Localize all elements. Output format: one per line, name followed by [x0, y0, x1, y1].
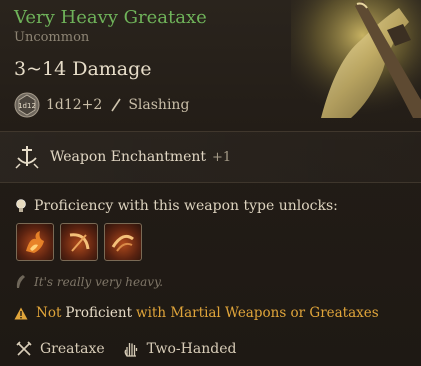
flame-cleave-icon	[26, 231, 44, 253]
warning-weapon-types: with Martial Weapons or Greataxes	[136, 305, 379, 321]
item-header: Very Heavy Greataxe Uncommon	[14, 6, 207, 46]
lacerate-icon	[111, 234, 134, 252]
weapon-tags: Greataxe Two-Handed	[16, 341, 254, 357]
action-sweeping-slash[interactable]	[60, 223, 98, 261]
sweeping-slash-icon	[69, 233, 90, 252]
proficiency-label: Proficiency with this weapon type unlock…	[34, 198, 338, 214]
d12-dice-icon: 1d12	[14, 92, 40, 118]
action-flame-cleave[interactable]	[16, 223, 54, 261]
enchantment-label: Weapon Enchantment	[50, 149, 207, 165]
tag-two-handed-label: Two-Handed	[146, 341, 237, 357]
tag-two-handed: Two-Handed	[123, 341, 237, 357]
damage-dice: 1d12+2	[46, 97, 103, 113]
enchantment-icon	[15, 146, 39, 169]
hand-icon	[124, 343, 137, 357]
weapon-art	[291, 0, 421, 118]
enchantment-row: Weapon Enchantment +1	[0, 132, 421, 182]
damage-dice-row: 1d12 1d12+2 Slashing	[14, 92, 189, 118]
tag-greataxe: Greataxe	[16, 341, 105, 357]
crossed-axes-icon	[16, 341, 32, 356]
enchantment-bonus: +1	[212, 149, 232, 165]
warning-not: Not	[36, 305, 62, 321]
proficiency-warning: Not Proficient with Martial Weapons or G…	[14, 305, 379, 321]
flavor-text: It's really very heavy.	[34, 275, 164, 289]
lightbulb-icon	[16, 199, 26, 212]
damage-range: 3~14 Damage	[14, 58, 152, 80]
proficiency-header: Proficiency with this weapon type unlock…	[14, 198, 338, 214]
item-rarity: Uncommon	[14, 30, 90, 45]
action-lacerate[interactable]	[104, 223, 142, 261]
item-name: Very Heavy Greataxe	[14, 7, 207, 28]
divider	[0, 182, 421, 183]
tag-greataxe-label: Greataxe	[40, 341, 105, 357]
proficiency-actions	[16, 223, 142, 261]
dice-badge-label: 1d12	[18, 102, 36, 110]
item-tooltip: Very Heavy Greataxe Uncommon 3~14 Damage…	[0, 0, 421, 366]
quill-icon	[16, 275, 25, 288]
warning-proficient: Proficient	[65, 305, 133, 321]
damage-type: Slashing	[128, 97, 190, 113]
flavor-text-row: It's really very heavy.	[14, 274, 163, 290]
slashing-icon	[111, 98, 121, 112]
warning-icon	[14, 307, 28, 319]
